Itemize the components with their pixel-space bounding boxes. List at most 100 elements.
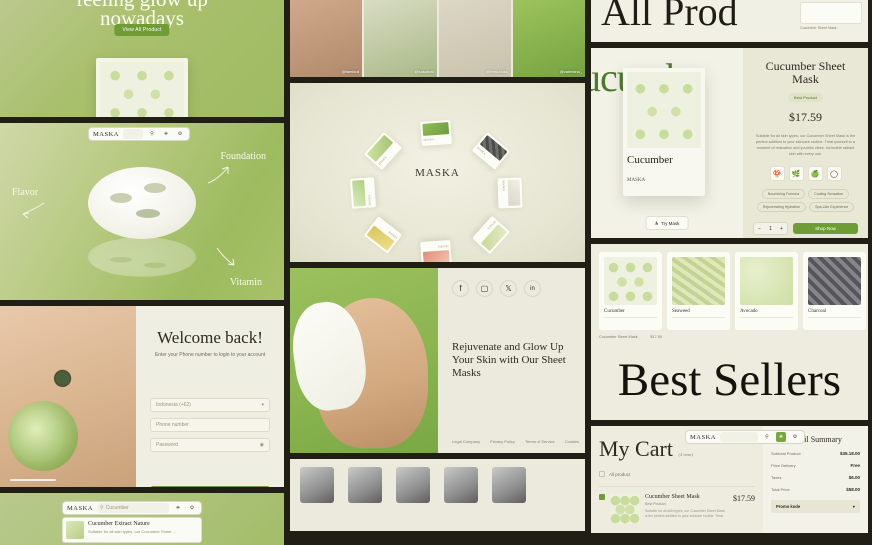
sachet-item[interactable]: MASKA [364,131,402,171]
login-mockup[interactable]: Welcome back! Enter your Phone number to… [0,306,284,488]
influencer-username: @sokumai [414,69,434,74]
sachet-item[interactable]: MASKA [420,239,452,262]
sachet-item[interactable]: MASKA [363,216,403,254]
footer-hero-mockup[interactable]: f ▢ 𝕏 in Rejuvenate and Glow Up Your Ski… [290,268,585,453]
hero-mockup[interactable]: feeling glow up nowadays View All Produc… [0,0,284,118]
charcoal-icon[interactable]: ◯ [826,166,842,181]
mini-product-card[interactable]: Cucumber Sheet Mask [800,2,862,30]
product-card[interactable]: Avocado [735,252,798,330]
cart-row[interactable]: Cucumber Sheet Mask Best Product Suitabl… [599,486,755,524]
x-icon[interactable]: 𝕏 [500,280,517,297]
product-meta-price: $17.59 [650,335,662,339]
product-ring-mockup[interactable]: MASKA MASKA MASKA MASKA MASKA MASKA MASK… [290,83,585,262]
eye-icon[interactable]: ◉ [260,442,264,448]
promo-code-row[interactable]: Promo kode ▾ [771,500,860,513]
search-input[interactable]: ⚲ Cucumber [96,503,169,514]
sachet-item[interactable]: MASKA [349,177,377,209]
select-all-checkbox[interactable] [599,471,605,477]
phone-input[interactable]: Phone number [150,418,270,433]
row-price: $17.59 [733,494,755,503]
search-results-dropdown[interactable]: Cucumber Extract Nature Suitable for all… [62,517,202,544]
product-card[interactable]: Seaweed [667,252,730,330]
product-name: Charcoal [808,309,827,314]
search-icon[interactable]: ⚲ [762,432,772,442]
all-products-heading-mockup[interactable]: All Prod Cucumber Sheet Mask [591,0,868,42]
cart-title-text: My Cart [599,436,673,461]
search-icon[interactable]: ⚲ [147,129,157,139]
view-all-product-button[interactable]: View All Product [114,24,170,36]
influencer-photo[interactable]: @sokumai [364,0,437,77]
avocado-icon[interactable]: 🍏 [807,166,823,181]
avatar[interactable] [444,467,478,503]
login-button[interactable]: Login [150,486,270,488]
product-card[interactable]: Charcoal [803,252,866,330]
try-mask-label: Try Mask [661,220,680,226]
sachet-item[interactable]: MASKA [420,119,452,147]
summary-row: Price Delivery Free [771,463,860,468]
arrow-vitamin-icon [216,248,235,266]
row-checkbox[interactable] [599,494,605,500]
product-card-footer [740,317,793,325]
bag-icon[interactable]: ⎈ [776,432,786,442]
variant-swatches: 🍄 🌿 🍏 ◯ [753,166,858,181]
product-card[interactable]: Cucumber [599,252,662,330]
mask-anatomy-mockup[interactable]: MASKA ⚲ ⎈ ⚙ Foundation Flavor Vitamin [0,123,284,301]
navbar[interactable]: MASKA ⚲ ⎈ ⚙ [88,127,190,142]
password-input[interactable]: Password ◉ [150,438,270,453]
footer-link[interactable]: Cookies [565,439,579,444]
gear-icon[interactable]: ⚙ [790,432,800,442]
sachet-item[interactable]: MASKA [471,132,511,170]
avatar[interactable] [492,467,526,503]
select-all-row[interactable]: All product [599,471,755,477]
product-name: Cucumber [604,309,625,314]
footer-link[interactable]: Privacy Policy [490,439,515,444]
purchase-row: − 1 + Shop Now [753,222,858,235]
mini-product-image [800,2,862,24]
navbar-cart[interactable]: MASKA ⚲ ⎈ ⚙ [685,430,805,444]
pack-brand: MASKA [627,178,646,183]
footer-link[interactable]: Terms of Service [525,439,555,444]
facebook-icon[interactable]: f [452,280,469,297]
model-photo [290,268,438,453]
influencer-photo[interactable]: @valentina_ [512,0,585,77]
bag-icon[interactable]: ⎈ [161,129,171,139]
cucumber-eye-photo [0,306,136,488]
product-detail-mockup[interactable]: ucumbe Cucumber MASKA ◮ Try Mask Cucumbe… [591,48,868,238]
influencer-photo[interactable]: @famikuli [290,0,363,77]
search-input[interactable] [122,129,143,140]
search-dropdown-mockup[interactable]: MASKA ⚲ Cucumber ⎈ ⚙ Cucumber Extract Na… [0,493,284,545]
cart-mockup[interactable]: MASKA ⚲ ⎈ ⚙ My Cart (4 item) All product… [591,426,868,533]
best-sellers-mockup[interactable]: Cucumber Seaweed Avocado Charcoal Cucumb… [591,244,868,420]
product-meta-label: Cucumber Sheet Mask [599,335,638,339]
gear-icon[interactable]: ⚙ [187,503,197,513]
decrement-button[interactable]: − [754,223,765,234]
sachet-item[interactable]: MASKA [497,177,523,209]
increment-button[interactable]: + [776,223,787,234]
influencer-username: @famikuli [341,69,360,74]
linkedin-icon[interactable]: in [524,280,541,297]
avatar[interactable] [300,467,334,503]
gear-icon[interactable]: ⚙ [175,129,185,139]
cucumber-icon[interactable]: 🍄 [769,166,785,181]
footer-link[interactable]: Legal Company [452,439,480,444]
row-description: Suitable for all skin types, our Cucumbe… [645,509,725,518]
avatar[interactable] [348,467,382,503]
aloe-icon[interactable]: 🌿 [788,166,804,181]
product-grid: Cucumber Seaweed Avocado Charcoal [591,244,868,330]
influencer-photo[interactable]: @emo.boss [438,0,511,77]
sachet-item[interactable]: MASKA [472,215,510,255]
country-select[interactable]: Indonesia (+62) ▾ [150,398,270,413]
quantity-stepper[interactable]: − 1 + [753,222,788,235]
product-pack-image[interactable]: Cucumber MASKA [623,68,705,196]
try-mask-button[interactable]: ◮ Try Mask [645,216,689,230]
influencer-strip-mockup[interactable]: @famikuli @sokumai @emo.boss @valentina_ [290,0,585,77]
carousel-indicator[interactable] [10,479,56,482]
search-input[interactable] [719,432,758,442]
avatar[interactable] [396,467,430,503]
avatar-strip-mockup[interactable] [290,459,585,531]
instagram-icon[interactable]: ▢ [476,280,493,297]
product-price: $17.59 [789,110,822,124]
shop-now-button[interactable]: Shop Now [793,223,858,234]
navbar-search[interactable]: MASKA ⚲ Cucumber ⎈ ⚙ [62,501,202,516]
bag-icon[interactable]: ⎈ [173,503,183,513]
